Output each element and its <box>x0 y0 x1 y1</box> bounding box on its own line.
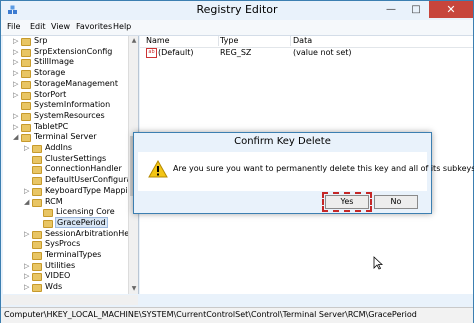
folder-icon <box>21 134 31 143</box>
tree-item-label: ConnectionHandler <box>45 164 122 174</box>
folder-icon <box>21 112 31 121</box>
value-type: REG_SZ <box>220 48 252 57</box>
folder-icon <box>21 91 31 100</box>
expand-arrow-icon[interactable]: ▷ <box>13 48 18 56</box>
maximize-button[interactable]: □ <box>404 1 428 18</box>
dialog-title: Confirm Key Delete <box>234 136 331 147</box>
folder-icon <box>32 198 42 207</box>
title-bar[interactable]: Registry Editor — □ ✕ <box>1 1 473 20</box>
tree-item-label: Srp <box>34 36 48 45</box>
expand-arrow-icon[interactable]: ▷ <box>13 123 18 131</box>
expand-arrow-icon[interactable]: ▷ <box>13 91 18 99</box>
expand-arrow-icon[interactable]: ▷ <box>24 272 29 280</box>
tree-item-label: VIDEO <box>45 271 71 281</box>
folder-icon <box>21 123 31 132</box>
menu-view[interactable]: View <box>51 22 70 31</box>
tree-item-label: Terminal Server <box>34 132 97 142</box>
tree-item-label: StorageManagement <box>34 78 118 88</box>
folder-icon <box>32 177 42 186</box>
tree-item-label: SystemInformation <box>34 100 111 110</box>
tree-item-label: SessionArbitrationHelper <box>45 228 139 238</box>
scroll-up-icon[interactable]: ▲ <box>129 36 138 46</box>
tree-item[interactable]: ▷ Wds <box>3 282 128 294</box>
column-name-header[interactable]: Name <box>146 36 219 46</box>
string-value-icon: ab <box>146 48 157 58</box>
value-data: (value not set) <box>293 48 352 57</box>
minimize-button[interactable]: — <box>379 1 403 18</box>
folder-icon <box>32 273 42 282</box>
expand-arrow-icon[interactable]: ◢ <box>13 133 18 141</box>
folder-icon <box>32 155 42 164</box>
folder-icon <box>21 80 31 89</box>
tree-item-label: AddIns <box>45 143 73 152</box>
mouse-cursor-icon <box>373 256 383 270</box>
folder-icon <box>21 48 31 57</box>
warning-icon <box>148 160 168 178</box>
tree-item-label: TabletPC <box>34 121 69 131</box>
menu-help[interactable]: Help <box>113 22 131 31</box>
folder-icon <box>32 145 42 153</box>
status-bar: Computer\HKEY_LOCAL_MACHINE\SYSTEM\Curre… <box>1 307 473 323</box>
tree-horizontal-scrollbar[interactable] <box>3 295 138 305</box>
folder-icon <box>43 219 53 228</box>
tree-item-label: SysProcs <box>45 239 81 249</box>
folder-icon <box>32 230 42 239</box>
expand-arrow-icon[interactable]: ▷ <box>24 283 29 291</box>
column-type-header[interactable]: Type <box>220 36 291 46</box>
folder-icon <box>32 241 42 250</box>
close-button[interactable]: ✕ <box>429 1 473 18</box>
folder-icon <box>43 209 53 218</box>
tree-item-label: Licensing Core <box>56 207 115 217</box>
tree-item-label: StillImage <box>34 57 74 67</box>
registry-tree[interactable]: ▷ Srp ▷ SrpExtensionConfig ▷ StillImage ▷ Stora… <box>3 36 139 294</box>
column-data-header[interactable]: Data <box>293 36 469 46</box>
menu-edit[interactable]: Edit <box>30 22 46 31</box>
folder-icon <box>21 38 31 46</box>
confirm-key-delete-dialog: Confirm Key Delete Are you sure you want… <box>133 132 474 214</box>
folder-icon <box>21 102 31 111</box>
tree-item-label: ClusterSettings <box>45 153 107 163</box>
menu-favorites[interactable]: Favorites <box>76 22 112 31</box>
expand-arrow-icon[interactable]: ▷ <box>24 187 29 195</box>
status-path: Computer\HKEY_LOCAL_MACHINE\SYSTEM\Curre… <box>4 310 417 319</box>
folder-icon <box>21 70 31 79</box>
folder-icon <box>21 59 31 68</box>
menu-file[interactable]: File <box>7 22 20 31</box>
folder-icon <box>32 252 42 260</box>
value-name: (Default) <box>158 48 194 57</box>
no-button[interactable]: No <box>374 195 418 209</box>
expand-arrow-icon[interactable]: ▷ <box>13 112 18 120</box>
tree-item-label: SrpExtensionConfig <box>34 46 113 56</box>
scroll-down-icon[interactable]: ▼ <box>129 284 138 294</box>
tree-item-label: Utilities <box>45 260 76 270</box>
dialog-body: Are you sure you want to permanently del… <box>138 152 474 191</box>
tree-item-label: DefaultUserConfiguration <box>45 175 139 185</box>
tree-item-label: Storage <box>34 68 66 78</box>
expand-arrow-icon[interactable]: ▷ <box>24 230 29 238</box>
dialog-message: Are you sure you want to permanently del… <box>173 164 474 173</box>
tree-item-label: GracePeriod <box>55 216 108 228</box>
expand-arrow-icon[interactable]: ▷ <box>24 262 29 270</box>
tree-item-label: Wds <box>45 282 63 292</box>
expand-arrow-icon[interactable]: ▷ <box>24 144 29 152</box>
expand-arrow-icon[interactable]: ▷ <box>13 58 18 66</box>
folder-icon <box>32 187 42 196</box>
tree-item-label: RCM <box>45 196 63 206</box>
folder-icon <box>32 166 42 175</box>
tree-item-label: KeyboardType Mapping <box>45 185 138 195</box>
menu-bar: File Edit View Favorites Help <box>1 20 473 36</box>
folder-icon <box>32 284 42 293</box>
tree-item-label: TerminalTypes <box>45 250 102 259</box>
expand-arrow-icon[interactable]: ▷ <box>13 80 18 88</box>
expand-arrow-icon[interactable]: ◢ <box>24 198 29 206</box>
column-header-row: Name Type Data <box>140 36 473 48</box>
folder-icon <box>32 262 42 271</box>
tree-item-label: StorPort <box>34 89 67 99</box>
tree-item-label: SystemResources <box>34 110 105 120</box>
expand-arrow-icon[interactable]: ▷ <box>13 37 18 45</box>
expand-arrow-icon[interactable]: ▷ <box>13 69 18 77</box>
yes-button[interactable]: Yes <box>322 192 372 212</box>
